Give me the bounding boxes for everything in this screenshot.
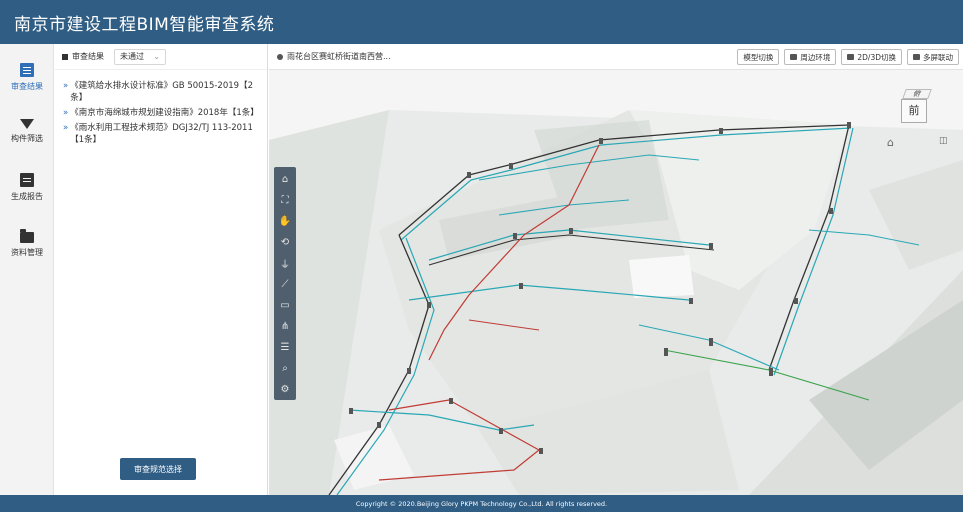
location-breadcrumb: 雨花台区赛虹桥街道南西营...: [277, 51, 391, 62]
model-viewer: 雨花台区赛虹桥街道南西营... 模型切换 周边环境 2D/3D切换 多屏联动 ⌂…: [269, 44, 963, 495]
filter-icon: [20, 118, 34, 129]
status-filter-select[interactable]: 未通过 ⌄: [114, 48, 166, 65]
viewer-toolbar: ⌂ ⛶ ✋ ⟲ ⏚ ⟋ ▭ ⋔ ☰ ⌕ ⚙: [274, 167, 296, 400]
building-b: [629, 255, 694, 298]
viewer-buttons: 模型切换 周边环境 2D/3D切换 多屏联动: [737, 49, 959, 65]
app-window: 南京市建设工程BIM智能审查系统 审查结果 构件筛选 生成报告 资料管理 审查结…: [0, 0, 963, 512]
square-icon: [62, 53, 68, 60]
microphone-icon[interactable]: ⏚: [277, 255, 293, 271]
regulation-item[interactable]: » 《南京市海绵城市规划建设指南》2018年【1条】: [63, 107, 259, 119]
measure-icon[interactable]: ⟋: [277, 276, 293, 292]
view-home-icon[interactable]: ⌂: [887, 136, 894, 149]
regulation-list: » 《建筑给水排水设计标准》GB 50015-2019【2条】 » 《南京市海绵…: [55, 70, 267, 146]
select-standards-button[interactable]: 审查规范选择: [120, 458, 196, 480]
document-list-icon: [20, 62, 34, 77]
monitor-icon: [790, 54, 798, 60]
location-pin-icon: [277, 53, 283, 60]
model-3d-scene[interactable]: [269, 70, 963, 495]
button-label: 多屏联动: [923, 52, 953, 62]
view-cube-icon[interactable]: ◫: [939, 136, 948, 146]
folder-icon: [20, 228, 34, 243]
location-text: 雨花台区赛虹桥街道南西营...: [287, 52, 391, 61]
app-header: 南京市建设工程BIM智能审查系统: [0, 0, 963, 44]
nav-item-label: 构件筛选: [11, 133, 43, 143]
model-switch-button[interactable]: 模型切换: [737, 49, 780, 65]
file-report-icon: [20, 172, 34, 187]
regulation-item[interactable]: » 《雨水利用工程技术规范》DGJ32/TJ 113-2011【1条】: [63, 122, 259, 146]
panel-header: 审查结果 未通过 ⌄: [55, 44, 267, 70]
results-panel: 审查结果 未通过 ⌄ » 《建筑给水排水设计标准》GB 50015-2019【2…: [55, 44, 268, 495]
nav-item-label: 生成报告: [11, 191, 43, 201]
fit-view-icon[interactable]: ⛶: [277, 192, 293, 208]
button-label: 2D/3D切换: [857, 52, 896, 62]
button-label: 周边环境: [800, 52, 831, 62]
double-chevron-icon: »: [63, 123, 69, 133]
view-cube-front[interactable]: 前: [901, 99, 927, 123]
nav-item-label: 审查结果: [11, 81, 43, 91]
left-nav: 审查结果 构件筛选 生成报告 资料管理: [0, 44, 54, 495]
regulation-item[interactable]: » 《建筑给水排水设计标准》GB 50015-2019【2条】: [63, 80, 259, 104]
nav-item-review-results[interactable]: 审查结果: [0, 52, 54, 102]
layers-icon[interactable]: ☰: [277, 339, 293, 355]
nav-item-label: 资料管理: [11, 247, 43, 257]
toggle-2d3d-icon: [847, 54, 855, 60]
viewer-topbar: 雨花台区赛虹桥街道南西营... 模型切换 周边环境 2D/3D切换 多屏联动: [269, 44, 963, 70]
home-icon[interactable]: ⌂: [277, 171, 293, 187]
nav-item-component-filter[interactable]: 构件筛选: [0, 106, 54, 156]
copyright-text: Copyright © 2020.Beijing Glory PKPM Tech…: [355, 499, 608, 508]
view-cube-top[interactable]: 俯: [902, 89, 932, 99]
status-filter-value: 未通过: [120, 52, 144, 61]
regulation-text: 《雨水利用工程技术规范》DGJ32/TJ 113-2011【1条】: [70, 123, 253, 145]
search-icon[interactable]: ⌕: [277, 360, 293, 376]
orbit-icon[interactable]: ⟲: [277, 234, 293, 250]
regulation-text: 《建筑给水排水设计标准》GB 50015-2019【2条】: [70, 81, 253, 103]
double-chevron-icon: »: [63, 108, 69, 118]
toggle-2d3d-button[interactable]: 2D/3D切换: [841, 49, 902, 65]
view-cube[interactable]: 俯 前: [901, 89, 932, 125]
section-icon[interactable]: ▭: [277, 297, 293, 313]
nav-item-generate-report[interactable]: 生成报告: [0, 162, 54, 212]
surroundings-button[interactable]: 周边环境: [784, 49, 837, 65]
button-label: 模型切换: [743, 52, 774, 62]
multiscreen-button[interactable]: 多屏联动: [907, 49, 959, 65]
chevron-down-icon: ⌄: [153, 52, 160, 61]
double-chevron-icon: »: [63, 81, 69, 91]
settings-icon[interactable]: ⚙: [277, 381, 293, 397]
panel-header-label: 审查结果: [72, 52, 104, 61]
regulation-text: 《南京市海绵城市规划建设指南》2018年【1条】: [70, 108, 259, 118]
app-title: 南京市建设工程BIM智能审查系统: [14, 14, 275, 35]
multiscreen-icon: [913, 54, 920, 60]
footer: Copyright © 2020.Beijing Glory PKPM Tech…: [0, 495, 963, 512]
nav-item-document-management[interactable]: 资料管理: [0, 218, 54, 268]
tree-icon[interactable]: ⋔: [277, 318, 293, 334]
pan-hand-icon[interactable]: ✋: [277, 213, 293, 229]
